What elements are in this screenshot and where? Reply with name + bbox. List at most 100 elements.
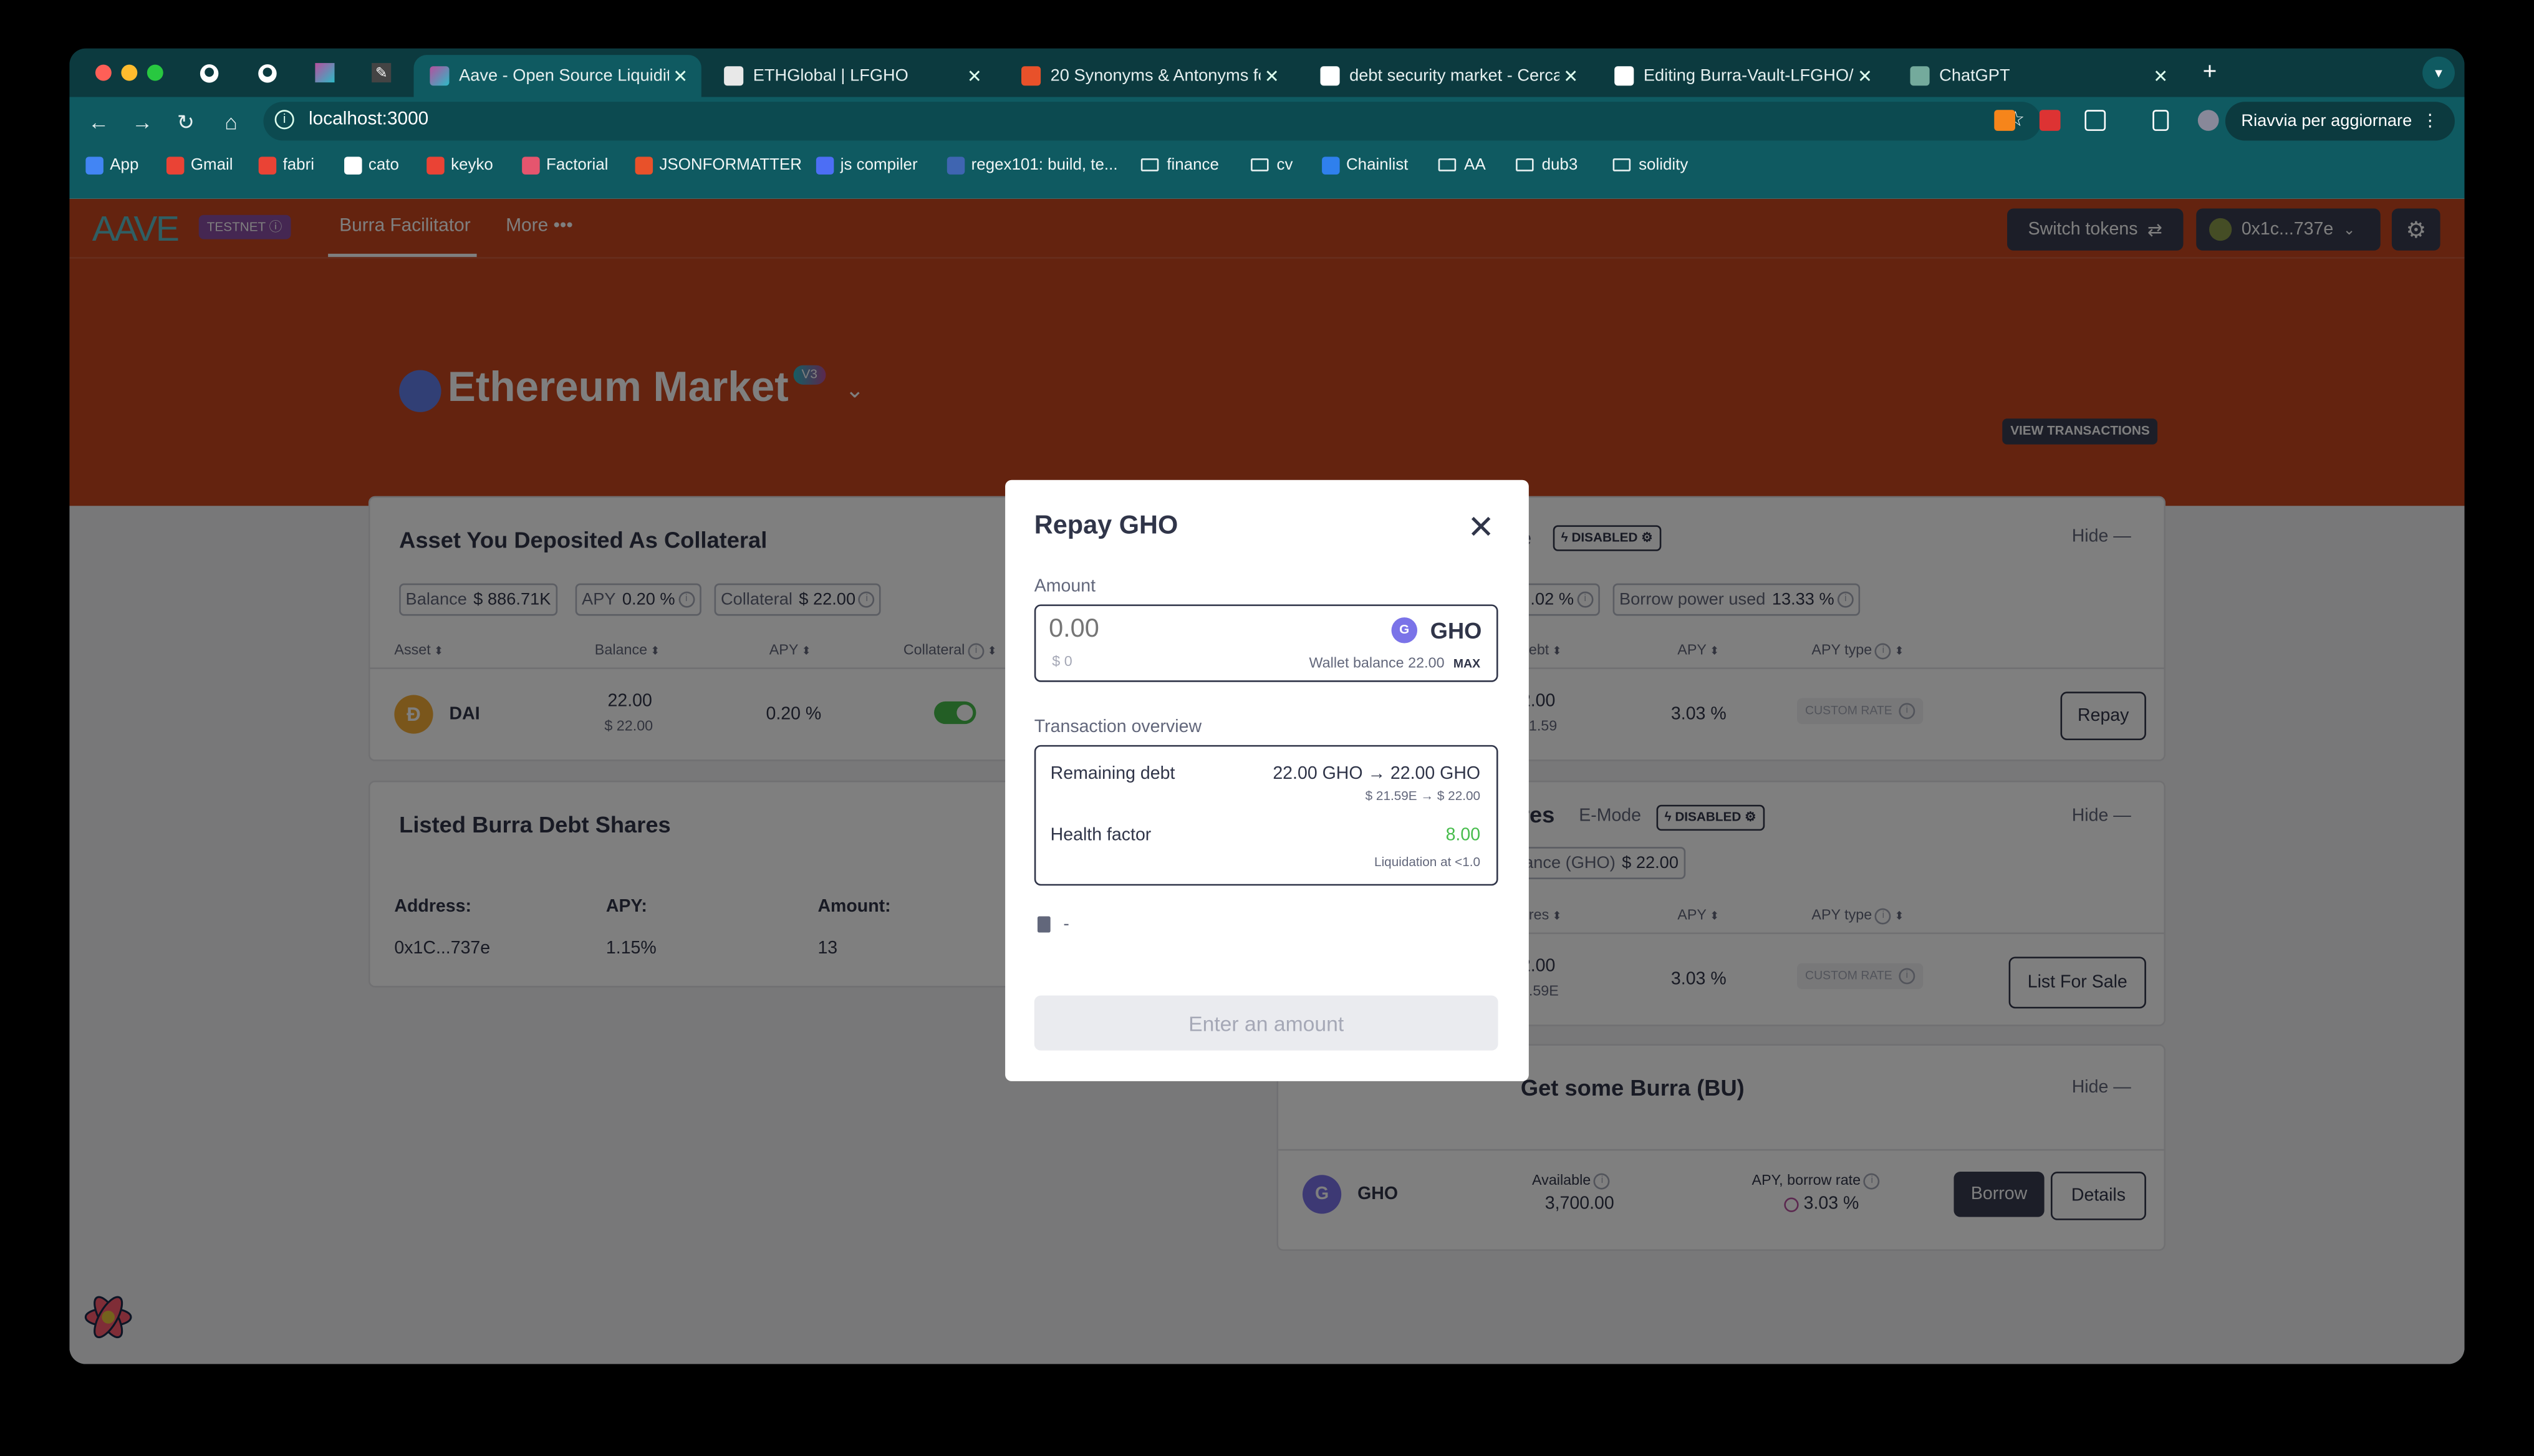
update-button[interactable]: Riavvia per aggiornare ⋮: [2225, 102, 2455, 141]
browser-tab[interactable]: Aave - Open Source Liquidity ✕: [413, 55, 701, 97]
remaining-debt-usd: $ 21.59E → $ 22.00: [1365, 788, 1481, 804]
bookmark-solidity[interactable]: solidity: [1612, 152, 1688, 178]
pinned-tab-pen[interactable]: ✎: [370, 61, 393, 84]
back-button[interactable]: ←: [85, 110, 111, 134]
reload-button[interactable]: ↻: [173, 110, 198, 135]
folder-icon: [1612, 158, 1631, 171]
bookmark-cato[interactable]: cato: [344, 152, 399, 178]
bookmark-label: keyko: [451, 156, 493, 174]
bookmark-regex101-build-te[interactable]: regex101: build, te...: [947, 152, 1118, 178]
extension-icon[interactable]: [2039, 110, 2061, 131]
bookmark-chainlist[interactable]: Chainlist: [1322, 152, 1408, 178]
tab-title: ChatGPT: [1939, 66, 2010, 86]
folder-icon: [1140, 158, 1159, 171]
bookmark-cv[interactable]: cv: [1251, 152, 1293, 178]
submit-button[interactable]: Enter an amount: [1034, 995, 1498, 1051]
max-button[interactable]: MAX: [1453, 656, 1480, 670]
health-factor-value: 8.00: [1445, 826, 1481, 846]
bookmark-label: JSONFORMATTER: [659, 156, 802, 174]
amount-input[interactable]: [1049, 615, 1291, 645]
repay-modal: Repay GHO ✕ Amount $ 0 G GHO Wallet bala…: [1005, 480, 1529, 1081]
bookmark-label: App: [110, 156, 139, 174]
aave-pinned-icon: [315, 63, 335, 83]
forward-button[interactable]: →: [129, 110, 155, 134]
url-text[interactable]: localhost:3000: [309, 110, 428, 129]
gmail-icon: [166, 156, 185, 174]
address-bar[interactable]: i localhost:3000 ☆: [263, 102, 2041, 141]
pinned-tab-github-2[interactable]: [256, 61, 278, 84]
liquidation-note: Liquidation at <1.0: [1374, 855, 1481, 870]
chatgpt-icon: [1910, 66, 1930, 86]
side-panel-icon[interactable]: [2152, 110, 2169, 131]
minimize-window-button[interactable]: [121, 64, 138, 81]
close-tab-icon[interactable]: ✕: [2149, 65, 2172, 87]
bookmark-label: js compiler: [840, 156, 918, 174]
bookmark-app[interactable]: App: [85, 152, 138, 178]
tab-title: debt security market - Cerca: [1349, 66, 1560, 86]
remaining-debt-value: 22.00 GHO → 22.00 GHO: [1273, 764, 1481, 784]
bookmark-label: cato: [368, 156, 399, 174]
bookmark-aa[interactable]: AA: [1438, 152, 1486, 178]
arrow-right-icon: →: [132, 110, 153, 135]
close-tab-icon[interactable]: ✕: [669, 65, 691, 87]
tab-title: 20 Synonyms & Antonyms for: [1050, 66, 1261, 86]
browser-tab[interactable]: ChatGPT ✕: [1894, 55, 2182, 97]
overview-label: Transaction overview: [1034, 717, 1202, 737]
new-tab-button[interactable]: +: [2203, 58, 2217, 85]
tab-bar: ✎ Aave - Open Source Liquidity ✕ ETHGlobal…: [69, 48, 2465, 97]
folder-icon: [1438, 158, 1457, 171]
ethglobal-icon: [724, 66, 744, 86]
bookmark-label: Factorial: [546, 156, 609, 174]
close-tab-icon[interactable]: ✕: [1854, 65, 1876, 87]
maximize-window-button[interactable]: [147, 64, 163, 81]
factorial-icon: [522, 156, 540, 174]
bookmark-dub3[interactable]: dub3: [1516, 152, 1578, 178]
close-window-button[interactable]: [95, 64, 112, 81]
chevron-down-icon: ▾: [2435, 64, 2442, 81]
bookmark-gmail[interactable]: Gmail: [166, 152, 233, 178]
browser-tab[interactable]: ETHGlobal | LFGHO ✕: [708, 55, 995, 97]
amount-label: Amount: [1034, 577, 1096, 597]
browser-tab[interactable]: 20 Synonyms & Antonyms for ✕: [1005, 55, 1293, 97]
bookmark-fabri[interactable]: fabri: [258, 152, 314, 178]
modal-title: Repay GHO: [1034, 512, 1178, 540]
remaining-debt-label: Remaining debt: [1050, 764, 1175, 784]
more-vert-icon: ⋮: [2421, 111, 2439, 131]
close-tab-icon[interactable]: ✕: [963, 65, 986, 87]
pinned-tab-aave[interactable]: [314, 61, 336, 84]
bookmark-factorial[interactable]: Factorial: [522, 152, 608, 178]
site-info-icon[interactable]: i: [274, 110, 294, 130]
bookmark-label: dub3: [1541, 156, 1578, 174]
browser-toolbar: ← → ↻ ⌂ i localhost:3000 ☆ Riavvia per a…: [69, 97, 2465, 201]
profile-avatar[interactable]: [2197, 110, 2219, 131]
transaction-overview: Remaining debt 22.00 GHO → 22.00 GHO $ 2…: [1034, 745, 1498, 886]
bookmark-keyko[interactable]: keyko: [426, 152, 493, 178]
bookmark-jsonformatter[interactable]: JSONFORMATTER: [635, 152, 802, 178]
tab-search-button[interactable]: ▾: [2422, 56, 2455, 89]
bookmark-js-compiler[interactable]: js compiler: [816, 152, 918, 178]
close-icon: ✕: [1467, 511, 1495, 547]
bookmark-finance[interactable]: finance: [1140, 152, 1219, 178]
aave-icon: [430, 66, 450, 86]
home-button[interactable]: ⌂: [218, 110, 244, 134]
browser-tab[interactable]: debt security market - Cerca ✕: [1304, 55, 1592, 97]
wallet-balance: Wallet balance 22.00 MAX: [1309, 655, 1481, 671]
amount-input-box[interactable]: $ 0 G GHO Wallet balance 22.00 MAX: [1034, 604, 1498, 682]
browser-tab[interactable]: Editing Burra-Vault-LFGHO/R ✕: [1598, 55, 1886, 97]
close-button[interactable]: ✕: [1467, 508, 1494, 548]
pen-icon: ✎: [372, 63, 392, 83]
metamask-extension-icon[interactable]: [1994, 110, 2015, 131]
wallet-balance-value: 22.00: [1408, 654, 1445, 671]
google-icon: [344, 156, 362, 174]
close-tab-icon[interactable]: ✕: [1261, 65, 1283, 87]
bookmark-label: Chainlist: [1346, 156, 1409, 174]
pinned-tab-github-1[interactable]: [197, 61, 219, 84]
folder-icon: [1251, 158, 1269, 171]
bookmark-label: AA: [1464, 156, 1486, 174]
github-icon: [1614, 66, 1634, 86]
apps-grid-icon: [85, 156, 104, 174]
wallet-balance-label: Wallet balance: [1309, 654, 1404, 671]
health-factor-label: Health factor: [1050, 826, 1152, 846]
close-tab-icon[interactable]: ✕: [1559, 65, 1582, 87]
extensions-puzzle-icon[interactable]: [2084, 110, 2106, 131]
